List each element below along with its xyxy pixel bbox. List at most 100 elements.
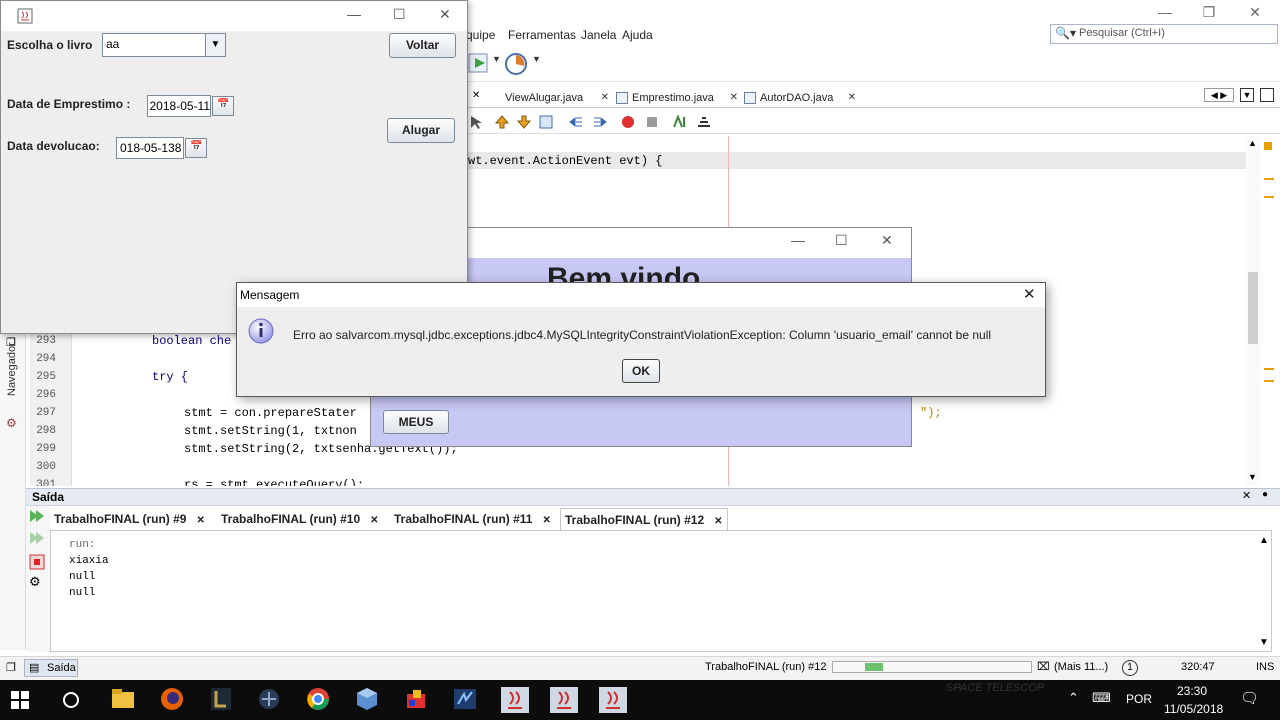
close-tab-icon[interactable]: ✕ [601, 88, 609, 108]
stop-macro-icon[interactable] [644, 114, 660, 130]
java-app-icon[interactable] [598, 686, 628, 714]
minimize-icon[interactable]: — [347, 6, 361, 22]
maximize-icon[interactable]: ☐ [835, 232, 848, 249]
settings-icon[interactable]: ⚙ [29, 574, 41, 590]
clock-time[interactable]: 23:30 [1177, 684, 1207, 698]
restore-icon[interactable]: ❐ [1194, 3, 1224, 21]
navigator-icon[interactable]: ⚙ [6, 416, 17, 430]
close-tab-icon[interactable]: ✕ [848, 88, 856, 108]
close-tab-icon[interactable]: ✕ [370, 515, 378, 526]
comment-icon[interactable] [672, 114, 688, 130]
java-app-icon[interactable] [500, 686, 530, 714]
minimize-icon[interactable]: — [791, 232, 805, 248]
close-tab-icon[interactable]: ✕ [196, 515, 204, 526]
menu-ferramentas[interactable]: Ferramentas [508, 28, 576, 42]
firefox-icon[interactable] [159, 686, 189, 714]
close-tab-icon[interactable]: ✕ [714, 516, 722, 527]
close-tab-icon[interactable]: ✕ [730, 88, 738, 108]
close-icon[interactable]: ✕ [439, 6, 451, 23]
close-icon[interactable]: ✕ [881, 232, 893, 249]
game-icon[interactable] [256, 686, 286, 714]
calendar-button[interactable]: 📅 [212, 96, 234, 116]
select-icon[interactable] [468, 114, 484, 130]
windows-start-icon[interactable] [10, 690, 40, 718]
tab-list-icon[interactable]: ▼ [1240, 88, 1254, 102]
scrollbar-thumb[interactable] [1248, 272, 1258, 344]
uncomment-icon[interactable] [696, 114, 712, 130]
output-tab-10[interactable]: TrabalhoFINAL (run) #10 ✕ [221, 508, 379, 530]
restore-window-icon[interactable]: ❐ [6, 661, 16, 674]
tab-autordao[interactable]: AutorDAO.java ✕ [742, 88, 856, 108]
close-icon[interactable]: ✕ [1023, 285, 1036, 303]
close-tab-icon[interactable]: ✕ [472, 90, 480, 101]
ok-button[interactable]: OK [622, 359, 660, 383]
close-tab-icon[interactable]: ✕ [542, 515, 550, 526]
alugar-button[interactable]: Alugar [387, 118, 455, 143]
maximize-editor-icon[interactable] [1260, 88, 1274, 102]
navigator-tab[interactable]: Navegador [6, 342, 18, 396]
minimize-icon[interactable]: — [1150, 3, 1180, 21]
league-icon[interactable] [208, 686, 238, 714]
toggle-bookmark-icon[interactable] [538, 114, 554, 130]
dropdown-arrow-icon[interactable]: ▼ [532, 54, 541, 64]
cancel-task-icon[interactable]: ⌧ [1037, 660, 1050, 673]
rerun-icon[interactable] [28, 508, 46, 524]
close-icon[interactable]: ✕ [1242, 489, 1251, 502]
stop-icon[interactable] [29, 554, 45, 570]
scroll-tabs-icon[interactable]: ◀ ▶ [1204, 88, 1234, 102]
notifications-badge[interactable]: 1 [1122, 660, 1138, 676]
scroll-up-icon[interactable]: ▲ [1248, 138, 1257, 148]
output-panel-button[interactable]: ▤ Saída [24, 659, 78, 677]
action-center-icon[interactable]: 🗨 [1240, 689, 1259, 707]
shift-right-icon[interactable] [592, 114, 608, 130]
output-tab-11[interactable]: TrabalhoFINAL (run) #11 ✕ [394, 508, 551, 530]
voltar-button[interactable]: Voltar [389, 33, 456, 58]
dropdown-arrow-icon[interactable]: ▼ [492, 54, 501, 64]
scroll-down-icon[interactable]: ▼ [1259, 637, 1269, 648]
close-icon[interactable]: ✕ [1240, 3, 1270, 21]
search-input[interactable]: 🔍▾ Pesquisar (Ctrl+I) [1050, 24, 1278, 44]
run-project-icon[interactable] [468, 52, 492, 74]
output-console[interactable]: run: xiaxia null null ▲ ▼ [50, 530, 1272, 652]
output-tab-12[interactable]: TrabalhoFINAL (run) #12 ✕ [560, 508, 728, 530]
calendar-button[interactable]: 📅 [185, 138, 207, 158]
chevron-up-icon[interactable]: ⌃ [1068, 690, 1079, 706]
data-emprestimo-field[interactable]: 2018-05-11 [147, 95, 211, 117]
chrome-icon[interactable] [305, 686, 335, 714]
more-tasks[interactable]: (Mais 11...) [1054, 661, 1108, 673]
menu-janela[interactable]: Janela [581, 28, 616, 42]
warning-marker[interactable] [1264, 142, 1272, 150]
netbeans-icon[interactable] [452, 686, 482, 714]
record-macro-icon[interactable] [620, 114, 636, 130]
maximize-icon[interactable]: ☐ [393, 6, 406, 23]
next-bookmark-icon[interactable] [516, 114, 532, 130]
tab-emprestimo[interactable]: Emprestimo.java ✕ [614, 88, 738, 108]
virtualbox-icon[interactable] [354, 686, 384, 714]
scroll-down-icon[interactable]: ▼ [1248, 472, 1257, 482]
menu-equipe[interactable]: quipe [466, 28, 495, 42]
paint-icon[interactable] [403, 686, 433, 714]
file-explorer-icon[interactable] [110, 686, 140, 714]
prev-bookmark-icon[interactable] [494, 114, 510, 130]
chevron-down-icon[interactable]: ▼ [205, 34, 225, 56]
language-indicator[interactable]: POR [1126, 692, 1152, 706]
minimize-panel-icon[interactable]: ● [1262, 489, 1268, 500]
keyboard-icon[interactable]: ⌨ [1092, 690, 1111, 706]
warning-marker[interactable] [1264, 368, 1274, 370]
warning-marker[interactable] [1264, 380, 1274, 382]
data-devolucao-field[interactable]: 018-05-138 [116, 137, 184, 159]
output-tab-9[interactable]: TrabalhoFINAL (run) #9 ✕ [54, 508, 205, 530]
profile-icon[interactable] [504, 52, 528, 76]
shift-left-icon[interactable] [568, 114, 584, 130]
warning-marker[interactable] [1264, 196, 1274, 198]
clock-date[interactable]: 11/05/2018 [1164, 702, 1223, 716]
livro-combobox[interactable]: aa ▼ [102, 33, 226, 57]
warning-marker[interactable] [1264, 178, 1274, 180]
meus-button[interactable]: MEUS [383, 410, 449, 434]
java-app-icon[interactable] [549, 686, 579, 714]
scroll-up-icon[interactable]: ▲ [1259, 535, 1269, 546]
rerun-different-icon[interactable] [28, 530, 46, 546]
tab-viewalugar[interactable]: ViewAlugar.java ✕ [487, 88, 609, 108]
editor-scrollbar[interactable]: ▲ ▼ [1246, 136, 1260, 486]
cortana-icon[interactable] [61, 690, 91, 718]
